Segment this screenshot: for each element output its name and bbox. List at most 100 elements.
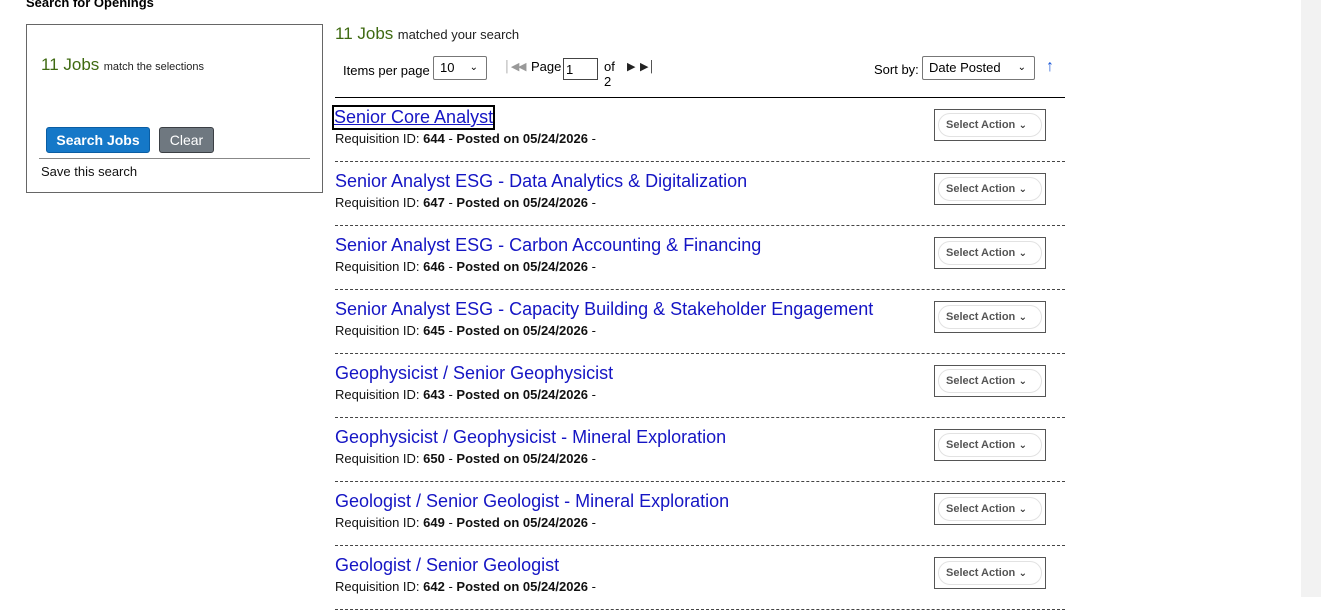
sidebar-count-number: 11 Jobs <box>41 55 100 74</box>
chevron-down-icon: ⌄ <box>1018 504 1027 515</box>
job-title-link[interactable]: Geologist / Senior Geologist <box>335 555 559 576</box>
requisition-id: 642 <box>423 579 445 594</box>
job-title-link[interactable]: Senior Analyst ESG - Data Analytics & Di… <box>335 171 747 192</box>
previous-page-icon[interactable]: ◀ <box>518 60 526 73</box>
save-search-link[interactable]: Save this search <box>41 164 137 179</box>
chevron-down-icon: ⌄ <box>1018 312 1027 323</box>
requisition-id: 650 <box>423 451 445 466</box>
requisition-label: Requisition ID: <box>335 131 424 146</box>
job-row: Senior Analyst ESG - Carbon Accounting &… <box>335 226 1065 290</box>
page-number-input[interactable] <box>563 58 598 80</box>
select-action-label: Select Action <box>946 375 1016 387</box>
job-list: Senior Core Analyst Requisition ID: 644 … <box>331 98 1065 610</box>
next-page-icon[interactable]: ▶ <box>627 60 635 73</box>
requisition-id: 647 <box>423 195 445 210</box>
chevron-down-icon: ⌄ <box>1018 376 1027 387</box>
job-row: Geologist / Senior Geologist Requisition… <box>335 546 1065 610</box>
select-action-wrapper: Select Action ⌄ <box>934 493 1046 525</box>
select-action-label: Select Action <box>946 119 1016 131</box>
select-action-wrapper: Select Action ⌄ <box>934 173 1046 205</box>
job-meta: Requisition ID: 650 - Posted on 05/24/20… <box>335 451 596 466</box>
chevron-down-icon: ⌄ <box>1018 120 1027 131</box>
select-action-wrapper: Select Action ⌄ <box>934 429 1046 461</box>
select-action-button[interactable]: Select Action ⌄ <box>938 305 1042 329</box>
page-total: of 2 <box>604 59 615 89</box>
posted-label: Posted on 05/24/2026 <box>456 131 588 146</box>
select-action-button[interactable]: Select Action ⌄ <box>938 113 1042 137</box>
search-panel: 11 Jobs match the selections Search Jobs… <box>26 24 323 193</box>
requisition-label: Requisition ID: <box>335 323 424 338</box>
select-action-label: Select Action <box>946 567 1016 579</box>
requisition-id: 644 <box>423 131 445 146</box>
items-per-page-label: Items per page <box>343 63 430 78</box>
select-action-button[interactable]: Select Action ⌄ <box>938 561 1042 585</box>
job-meta: Requisition ID: 644 - Posted on 05/24/20… <box>335 131 596 146</box>
requisition-id: 649 <box>423 515 445 530</box>
sort-label: Sort by: <box>874 62 919 77</box>
job-title-link[interactable]: Geophysicist / Geophysicist - Mineral Ex… <box>335 427 726 448</box>
select-action-button[interactable]: Select Action ⌄ <box>938 241 1042 265</box>
posted-label: Posted on 05/24/2026 <box>456 195 588 210</box>
job-meta: Requisition ID: 647 - Posted on 05/24/20… <box>335 195 596 210</box>
items-per-page-select[interactable]: 10 ⌄ <box>433 56 487 80</box>
job-meta: Requisition ID: 645 - Posted on 05/24/20… <box>335 323 596 338</box>
chevron-down-icon: ⌄ <box>1017 62 1026 73</box>
select-action-wrapper: Select Action ⌄ <box>934 557 1046 589</box>
job-title-link[interactable]: Geologist / Senior Geologist - Mineral E… <box>335 491 729 512</box>
chevron-down-icon: ⌄ <box>1018 440 1027 451</box>
sort-select[interactable]: Date Posted ⌄ <box>922 56 1035 80</box>
requisition-label: Requisition ID: <box>335 195 424 210</box>
last-page-icon[interactable]: ▶│ <box>640 60 655 73</box>
items-per-page-value: 10 <box>440 60 455 75</box>
select-action-label: Select Action <box>946 503 1016 515</box>
job-title-link[interactable]: Geophysicist / Senior Geophysicist <box>335 363 613 384</box>
job-meta: Requisition ID: 643 - Posted on 05/24/20… <box>335 387 596 402</box>
posted-label: Posted on 05/24/2026 <box>456 387 588 402</box>
job-title-link[interactable]: Senior Core Analyst <box>331 105 496 130</box>
job-meta: Requisition ID: 646 - Posted on 05/24/20… <box>335 259 596 274</box>
posted-label: Posted on 05/24/2026 <box>456 579 588 594</box>
posted-label: Posted on 05/24/2026 <box>456 515 588 530</box>
requisition-label: Requisition ID: <box>335 579 424 594</box>
select-action-wrapper: Select Action ⌄ <box>934 237 1046 269</box>
requisition-id: 646 <box>423 259 445 274</box>
chevron-down-icon: ⌄ <box>1018 184 1027 195</box>
sidebar-divider <box>39 158 310 159</box>
job-row: Geophysicist / Senior Geophysicist Requi… <box>335 354 1065 418</box>
requisition-label: Requisition ID: <box>335 387 424 402</box>
search-jobs-button[interactable]: Search Jobs <box>46 127 150 153</box>
chevron-down-icon: ⌄ <box>1018 568 1027 579</box>
sidebar-count-suffix: match the selections <box>103 61 205 73</box>
results-count-number: 11 Jobs <box>335 24 394 43</box>
page-heading: Search for Openings <box>26 0 154 10</box>
select-action-wrapper: Select Action ⌄ <box>934 301 1046 333</box>
select-action-button[interactable]: Select Action ⌄ <box>938 177 1042 201</box>
sort-direction-icon[interactable]: ↑ <box>1046 58 1054 76</box>
sort-value: Date Posted <box>929 60 1001 75</box>
chevron-down-icon: ⌄ <box>1018 248 1027 259</box>
select-action-button[interactable]: Select Action ⌄ <box>938 433 1042 457</box>
select-action-wrapper: Select Action ⌄ <box>934 365 1046 397</box>
job-row: Geophysicist / Geophysicist - Mineral Ex… <box>335 418 1065 482</box>
requisition-id: 645 <box>423 323 445 338</box>
sidebar-job-count: 11 Jobs match the selections <box>41 55 204 75</box>
job-title-link[interactable]: Senior Analyst ESG - Carbon Accounting &… <box>335 235 761 256</box>
select-action-wrapper: Select Action ⌄ <box>934 109 1046 141</box>
job-row: Geologist / Senior Geologist - Mineral E… <box>335 482 1065 546</box>
select-action-button[interactable]: Select Action ⌄ <box>938 369 1042 393</box>
requisition-label: Requisition ID: <box>335 451 424 466</box>
clear-button[interactable]: Clear <box>159 127 214 153</box>
posted-label: Posted on 05/24/2026 <box>456 259 588 274</box>
right-gutter <box>1301 0 1321 597</box>
requisition-label: Requisition ID: <box>335 515 424 530</box>
job-title-link[interactable]: Senior Analyst ESG - Capacity Building &… <box>335 299 873 320</box>
job-row: Senior Analyst ESG - Data Analytics & Di… <box>335 162 1065 226</box>
results-count: 11 Jobs matched your search <box>335 24 519 44</box>
select-action-label: Select Action <box>946 311 1016 323</box>
requisition-id: 643 <box>423 387 445 402</box>
page-label: Page <box>531 59 562 74</box>
select-action-label: Select Action <box>946 183 1016 195</box>
select-action-button[interactable]: Select Action ⌄ <box>938 497 1042 521</box>
job-row: Senior Core Analyst Requisition ID: 644 … <box>331 98 1065 162</box>
job-meta: Requisition ID: 642 - Posted on 05/24/20… <box>335 579 596 594</box>
